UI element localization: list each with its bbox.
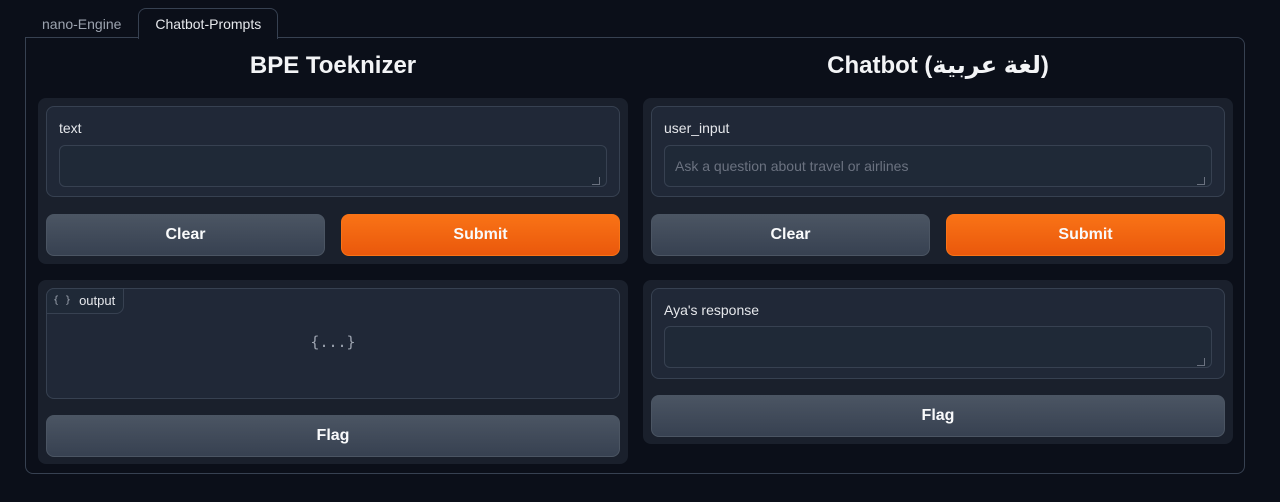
chatbot-title: Chatbot (لغة عربية) <box>827 52 1049 79</box>
output-json-field: { } output {...} <box>46 288 620 399</box>
text-field: text <box>46 106 620 197</box>
user-input-field: user_input <box>651 106 1225 197</box>
output-label-tag: { } output <box>46 288 125 314</box>
tokenizer-output-card: { } output {...} Flag <box>38 280 628 464</box>
flag-button[interactable]: Flag <box>46 415 620 457</box>
tab-panel: BPE Toeknizer text Clear Submit { } outp… <box>25 37 1245 474</box>
user-input-label: user_input <box>664 120 730 136</box>
tokenizer-title: BPE Toeknizer <box>249 52 417 79</box>
output-label: output <box>79 293 116 308</box>
submit-button[interactable]: Submit <box>341 214 620 256</box>
chatbot-input-card: user_input Clear Submit <box>643 98 1233 264</box>
user-input[interactable] <box>664 145 1212 187</box>
json-icon: { } <box>53 295 72 306</box>
response-label: Aya's response <box>664 302 760 318</box>
response-field: Aya's response <box>651 288 1225 379</box>
json-placeholder-icon: {...} <box>310 333 356 351</box>
flag-button[interactable]: Flag <box>651 395 1225 437</box>
clear-button[interactable]: Clear <box>651 214 930 256</box>
tab-bar: nano-Engine Chatbot-Prompts <box>25 8 279 39</box>
tokenizer-input-card: text Clear Submit <box>38 98 628 264</box>
text-input[interactable] <box>59 145 607 187</box>
clear-button[interactable]: Clear <box>46 214 325 256</box>
response-output[interactable] <box>664 326 1212 368</box>
text-field-label: text <box>59 120 82 136</box>
tab-nano-engine[interactable]: nano-Engine <box>25 8 138 38</box>
chatbot-output-card: Aya's response Flag <box>643 280 1233 444</box>
submit-button[interactable]: Submit <box>946 214 1225 256</box>
tab-chatbot-prompts[interactable]: Chatbot-Prompts <box>138 8 279 39</box>
